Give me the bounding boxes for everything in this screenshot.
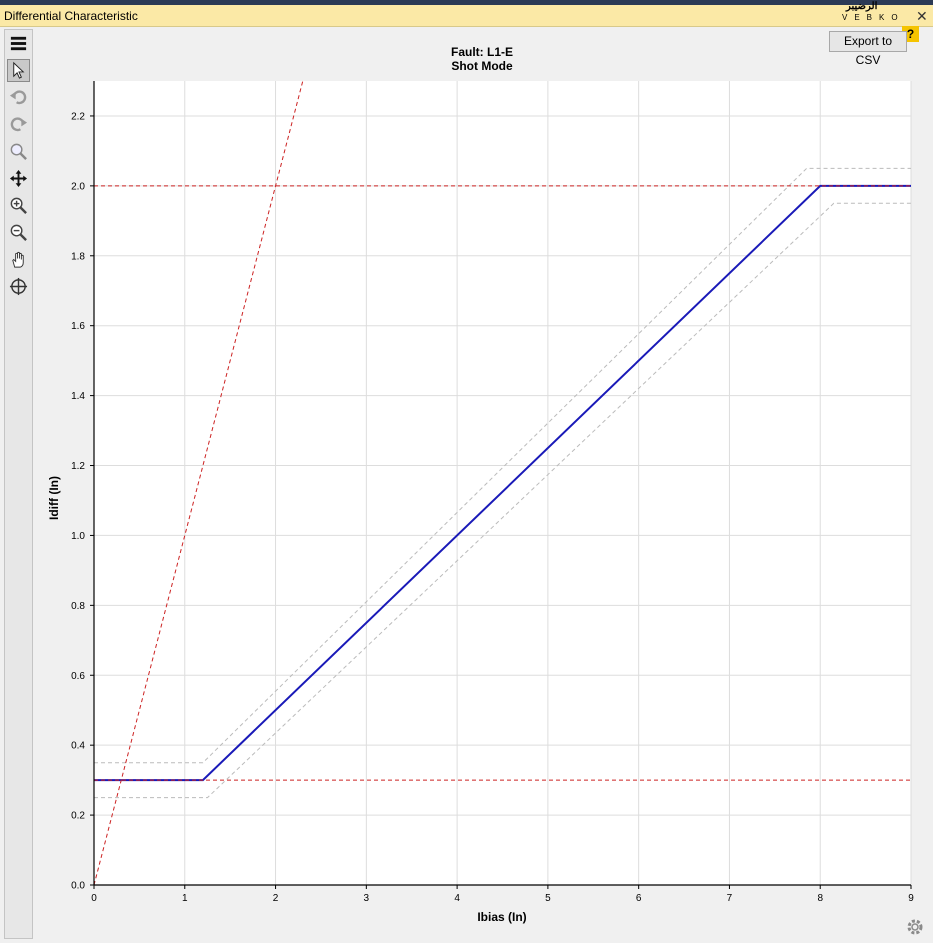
menu-icon <box>10 36 27 51</box>
pan-hand-icon <box>12 251 24 268</box>
plot-area[interactable] <box>94 81 911 885</box>
y-tick-label: 0.0 <box>71 881 85 892</box>
chart-toolbar <box>4 29 33 939</box>
y-tick-label: 1.2 <box>71 461 85 472</box>
settings-gear-icon[interactable] <box>904 916 926 938</box>
y-tick-label: 1.8 <box>71 251 85 262</box>
x-tick-label: 9 <box>908 893 914 904</box>
crosshair-button[interactable] <box>7 275 30 298</box>
undo-icon <box>9 90 27 105</box>
chart-title: Fault: L1-E <box>451 45 513 59</box>
y-axis-label: Idiff (In) <box>47 476 61 520</box>
y-tick-label: 0.4 <box>71 741 85 752</box>
differential-characteristic-chart[interactable]: Fault: L1-E Shot Mode 0 1 2 3 4 5 6 7 8 9 0.0 0.2 0.… <box>40 40 933 940</box>
move-button[interactable] <box>7 167 30 190</box>
pointer-tool-button[interactable] <box>7 59 30 82</box>
x-tick-label: 8 <box>817 893 823 904</box>
zoom-out-button[interactable] <box>7 221 30 244</box>
undo-button[interactable] <box>7 86 30 109</box>
brand-logo: الرضيبر VEBKO <box>838 1 918 27</box>
x-tick-label: 6 <box>636 893 642 904</box>
y-tick-label: 2.2 <box>71 111 85 122</box>
zoom-button[interactable] <box>7 140 30 163</box>
x-tick-label: 1 <box>182 893 188 904</box>
menu-button[interactable] <box>7 32 30 55</box>
x-axis-label: Ibias (In) <box>477 910 526 924</box>
close-button[interactable]: ✕ <box>916 8 928 25</box>
zoom-out-icon <box>10 224 27 241</box>
x-tick-label: 2 <box>273 893 279 904</box>
redo-button[interactable] <box>7 113 30 136</box>
x-tick-label: 4 <box>454 893 460 904</box>
x-tick-label: 7 <box>727 893 733 904</box>
x-tick-label: 3 <box>364 893 370 904</box>
move-icon <box>9 169 28 188</box>
crosshair-icon <box>9 277 28 296</box>
y-tick-label: 0.6 <box>71 671 85 682</box>
chart-subtitle: Shot Mode <box>451 59 513 73</box>
window-titlebar: Differential Characteristic الرضيبر VEBK… <box>0 1 933 27</box>
x-tick-label: 5 <box>545 893 551 904</box>
y-tick-label: 0.2 <box>71 811 85 822</box>
zoom-icon <box>10 143 27 160</box>
brand-logo-text: الرضيبر <box>846 1 878 12</box>
x-tick-label: 0 <box>91 893 97 904</box>
y-tick-label: 1.6 <box>71 321 85 332</box>
pan-button[interactable] <box>7 248 30 271</box>
redo-icon <box>10 117 28 132</box>
y-tick-label: 1.0 <box>71 531 85 542</box>
y-tick-label: 2.0 <box>71 181 85 192</box>
pointer-icon <box>13 61 25 79</box>
brand-logo-letters: VEBKO <box>842 13 905 22</box>
y-tick-label: 0.8 <box>71 601 85 612</box>
window-title: Differential Characteristic <box>4 9 138 23</box>
zoom-in-button[interactable] <box>7 194 30 217</box>
y-tick-label: 1.4 <box>71 391 85 402</box>
zoom-in-icon <box>10 197 27 214</box>
